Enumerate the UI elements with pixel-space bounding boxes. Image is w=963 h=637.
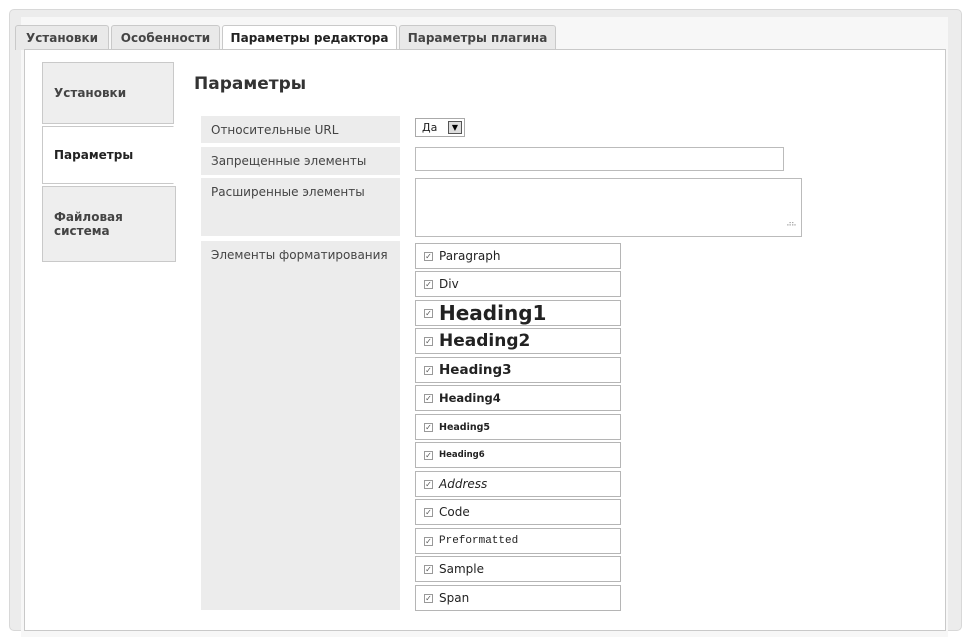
checkbox-checked-icon[interactable]: ✓: [424, 365, 433, 375]
label-forbidden-elements: Запрещенные элементы: [201, 147, 400, 175]
tab-settings[interactable]: Установки: [15, 25, 109, 50]
tab-panel: Установки Параметры Файловая система Пар…: [24, 49, 946, 631]
side-tab-params[interactable]: Параметры: [42, 126, 174, 184]
format-item-span[interactable]: ✓ Span: [415, 585, 621, 611]
checkbox-checked-icon[interactable]: ✓: [424, 536, 433, 546]
checkbox-checked-icon[interactable]: ✓: [424, 479, 433, 489]
format-item-heading5[interactable]: ✓ Heading5: [415, 414, 621, 440]
checkbox-checked-icon[interactable]: ✓: [424, 308, 433, 318]
checkbox-checked-icon[interactable]: ✓: [424, 336, 433, 346]
relative-url-value: Да: [422, 121, 438, 134]
format-label: Heading4: [439, 391, 501, 405]
format-label: Paragraph: [439, 249, 501, 263]
format-item-div[interactable]: ✓ Div: [415, 271, 621, 297]
relative-url-select[interactable]: Да ▼: [415, 118, 465, 137]
chevron-down-icon[interactable]: ▼: [448, 121, 462, 134]
format-item-heading1[interactable]: ✓ Heading1: [415, 300, 621, 326]
format-item-address[interactable]: ✓ Address: [415, 471, 621, 497]
resize-grip-icon[interactable]: ⠴⠦: [786, 220, 797, 231]
format-label: Preformatted: [439, 535, 519, 547]
checkbox-checked-icon[interactable]: ✓: [424, 564, 433, 574]
extended-elements-textarea[interactable]: ⠴⠦: [415, 178, 802, 237]
section-title: Параметры: [194, 74, 307, 94]
checkbox-checked-icon[interactable]: ✓: [424, 507, 433, 517]
tab-plugin-params[interactable]: Параметры плагина: [399, 25, 556, 50]
format-item-heading3[interactable]: ✓ Heading3: [415, 357, 621, 383]
format-label: Sample: [439, 562, 484, 576]
format-label: Heading2: [439, 331, 531, 351]
format-label: Code: [439, 505, 470, 519]
side-tab-filesystem[interactable]: Файловая система: [42, 186, 176, 262]
checkbox-checked-icon[interactable]: ✓: [424, 450, 433, 460]
forbidden-elements-input[interactable]: [415, 147, 784, 171]
label-formatting-elements: Элементы форматирования: [201, 241, 400, 610]
checkbox-checked-icon[interactable]: ✓: [424, 251, 433, 261]
tab-features[interactable]: Особенности: [111, 25, 220, 50]
side-tab-settings[interactable]: Установки: [42, 62, 174, 124]
checkbox-checked-icon[interactable]: ✓: [424, 279, 433, 289]
format-item-heading2[interactable]: ✓ Heading2: [415, 328, 621, 354]
format-label: Address: [439, 477, 488, 491]
tab-editor-params[interactable]: Параметры редактора: [222, 25, 397, 51]
format-item-preformatted[interactable]: ✓ Preformatted: [415, 528, 621, 554]
checkbox-checked-icon[interactable]: ✓: [424, 422, 433, 432]
format-item-heading4[interactable]: ✓ Heading4: [415, 385, 621, 411]
checkbox-checked-icon[interactable]: ✓: [424, 593, 433, 603]
side-tab-filesystem-label: Файловая система: [54, 210, 123, 238]
checkbox-checked-icon[interactable]: ✓: [424, 393, 433, 403]
format-label: Div: [439, 277, 459, 291]
format-item-heading6[interactable]: ✓ Heading6: [415, 442, 621, 468]
format-label: Heading6: [439, 450, 485, 460]
format-label: Heading1: [439, 301, 547, 325]
label-relative-url: Относительные URL: [201, 116, 400, 143]
format-item-paragraph[interactable]: ✓ Paragraph: [415, 243, 621, 269]
format-label: Heading5: [439, 421, 491, 433]
format-label: Heading3: [439, 362, 512, 378]
label-extended-elements: Расширенные элементы: [201, 178, 400, 236]
format-label: Span: [439, 591, 470, 605]
format-item-code[interactable]: ✓ Code: [415, 499, 621, 525]
format-item-sample[interactable]: ✓ Sample: [415, 556, 621, 582]
